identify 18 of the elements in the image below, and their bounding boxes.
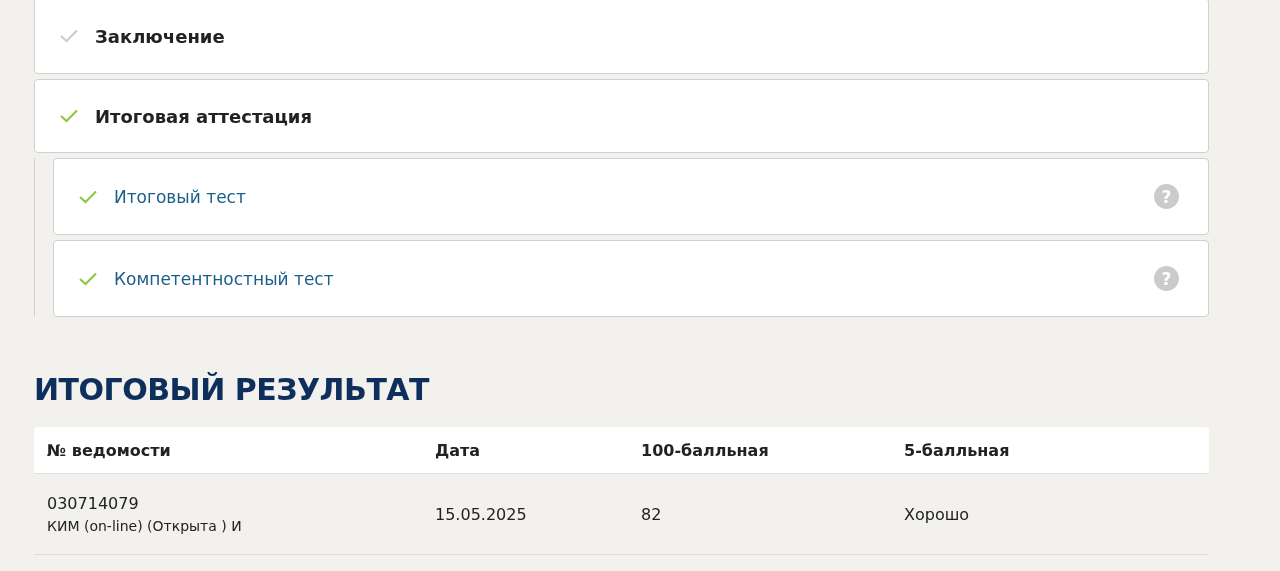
section-title: Итоговая аттестация (95, 105, 312, 127)
column-header: Дата (435, 440, 482, 460)
subsection-card[interactable]: Компетентностный тест ? (53, 240, 1209, 317)
section-card[interactable]: Итоговая аттестация (34, 79, 1209, 153)
table-cell-note: КИМ (on-line) (Открыта ) И (47, 518, 243, 534)
column-header: 100-балльная (641, 440, 770, 460)
column-header: 5-балльная (904, 440, 1011, 460)
section-card[interactable]: Заключение (34, 0, 1209, 74)
table-cell-text: Хорошо (904, 504, 971, 524)
column-header: № ведомости (46, 440, 172, 460)
subsection-link[interactable]: Итоговый тест (114, 186, 1154, 207)
table-cell-text: 82 (641, 504, 663, 524)
subsection-link[interactable]: Компетентностный тест (114, 268, 1154, 289)
table-cell-text: 15.05.2025 (435, 504, 528, 524)
subsection-card[interactable]: Итоговый тест ? (53, 158, 1209, 235)
table-cell-text: 030714079 (47, 494, 140, 513)
section-heading: ИТОГОВЫЙ РЕЗУЛЬТАТ (34, 372, 431, 407)
section-title: Заключение (95, 25, 225, 47)
